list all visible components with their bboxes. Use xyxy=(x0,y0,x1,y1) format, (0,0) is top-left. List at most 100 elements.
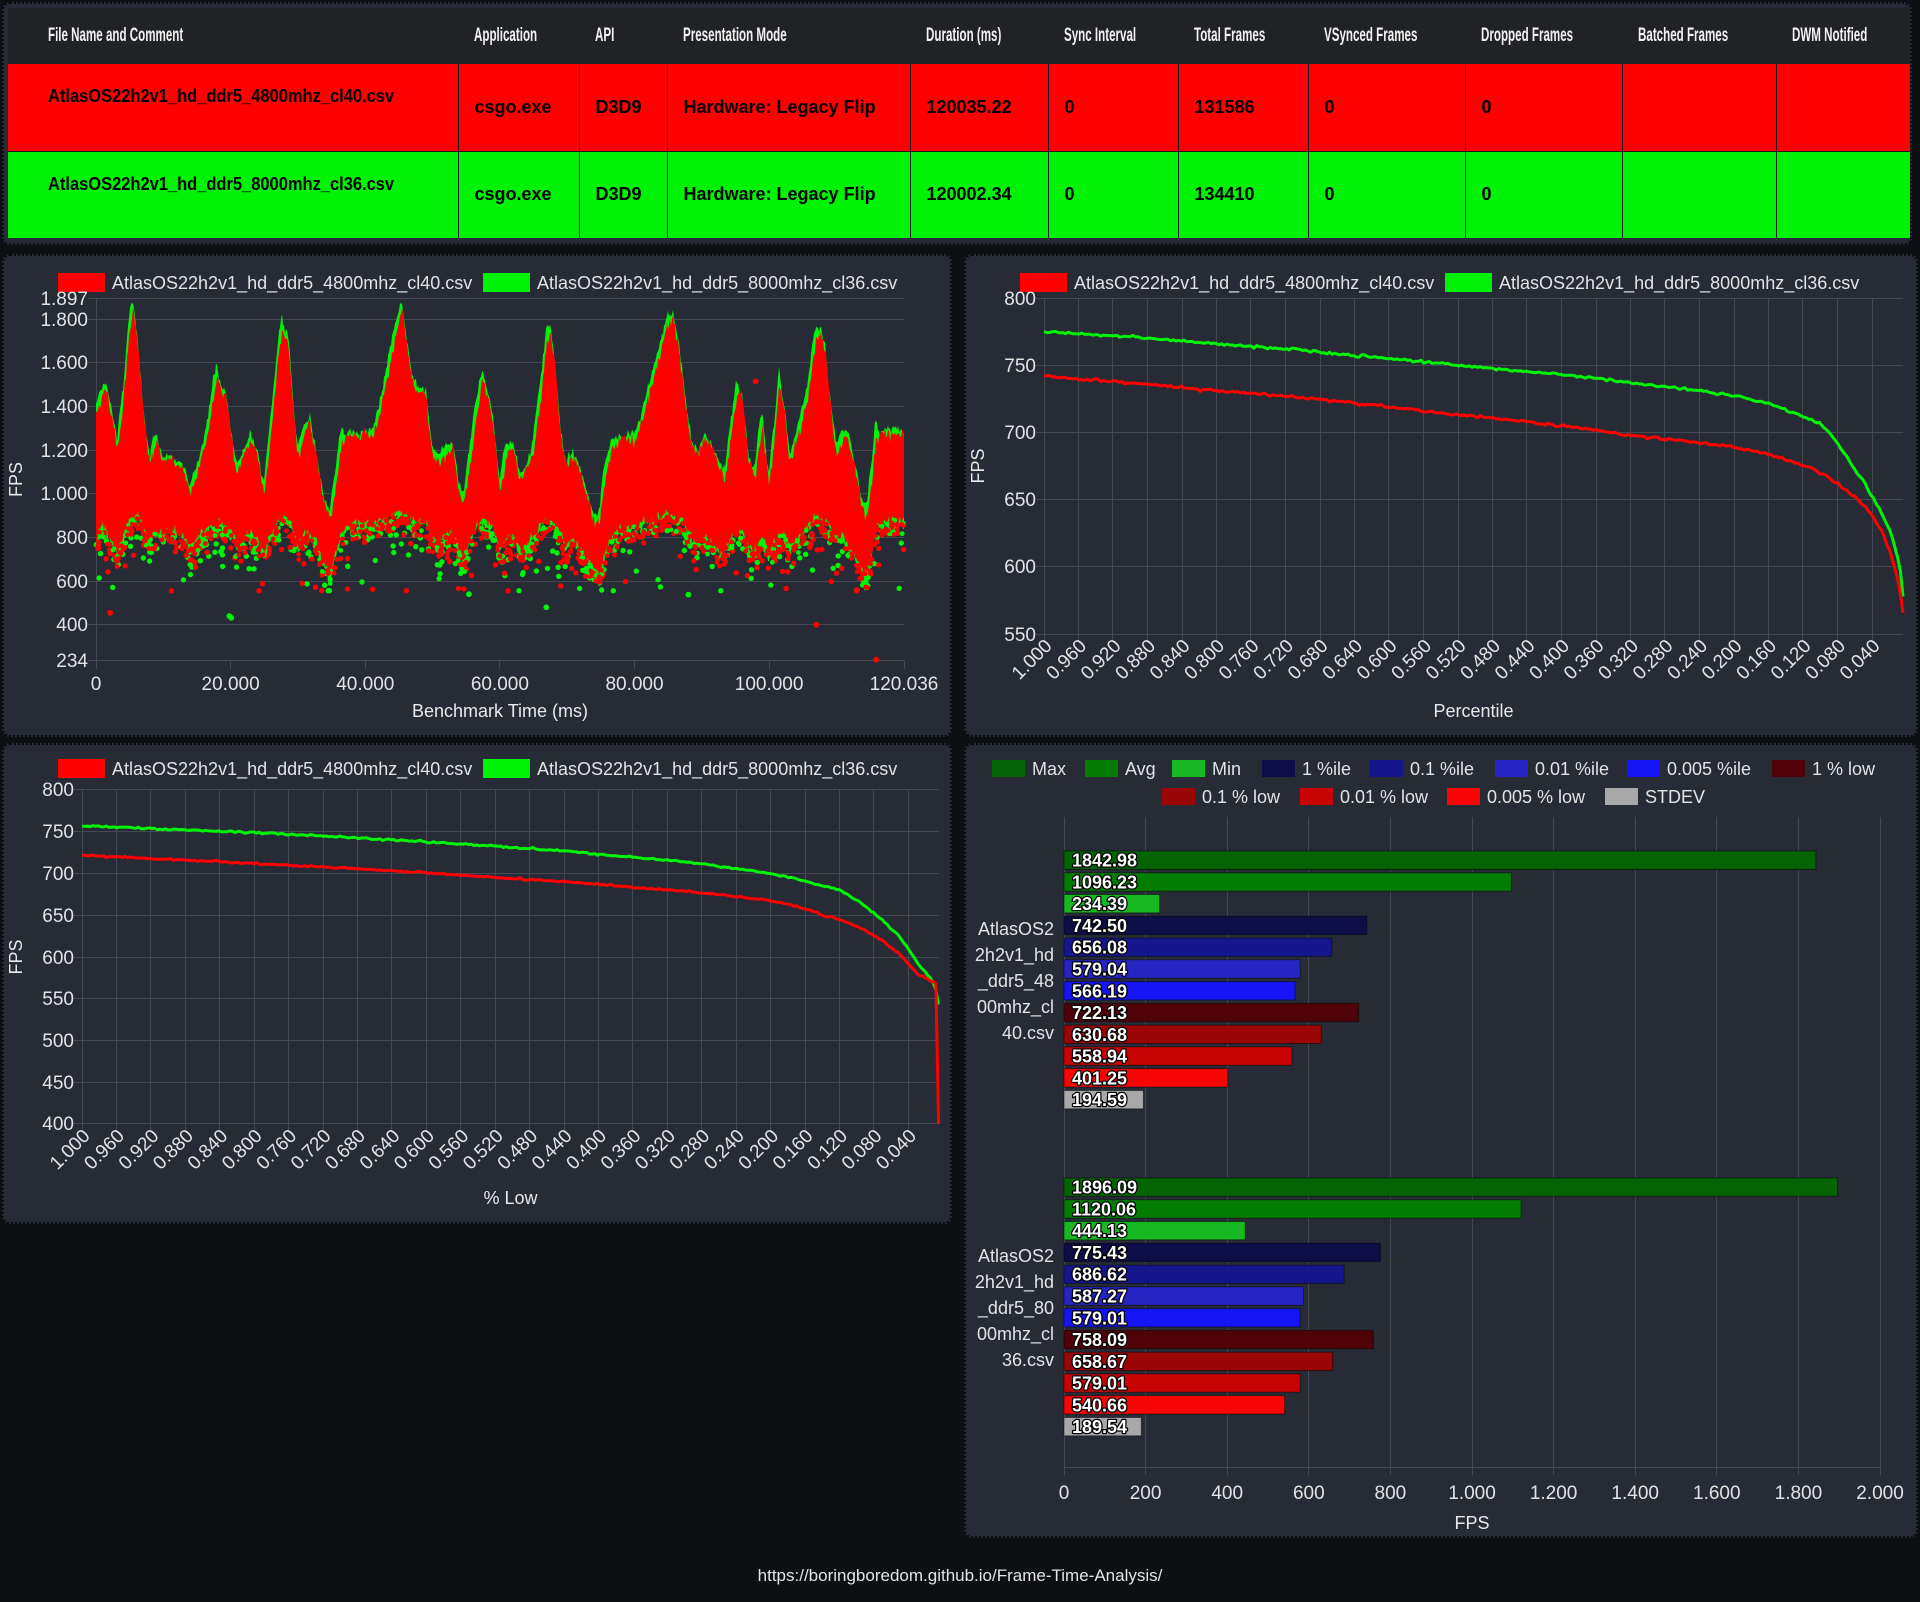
svg-text:Percentile: Percentile xyxy=(1433,701,1513,721)
svg-text:1.000: 1.000 xyxy=(40,484,88,505)
svg-text:400: 400 xyxy=(1211,1483,1243,1504)
svg-text:658.67: 658.67 xyxy=(1072,1352,1127,1372)
svg-text:758.09: 758.09 xyxy=(1072,1330,1127,1350)
svg-text:234.39: 234.39 xyxy=(1072,894,1127,914)
svg-text:540.66: 540.66 xyxy=(1072,1395,1127,1415)
svg-text:579.04: 579.04 xyxy=(1072,960,1127,980)
svg-text:579.01: 579.01 xyxy=(1072,1374,1127,1394)
svg-text:600: 600 xyxy=(1004,557,1036,578)
svg-text:600: 600 xyxy=(1293,1483,1325,1504)
svg-text:AtlasOS22h2v1_hd_ddr5_4800mhz_: AtlasOS22h2v1_hd_ddr5_4800mhz_cl40.csv xyxy=(112,759,472,780)
svg-text:1.800: 1.800 xyxy=(1775,1483,1823,1504)
svg-text:1896.09: 1896.09 xyxy=(1072,1178,1137,1198)
svg-text:1.000: 1.000 xyxy=(1448,1483,1496,1504)
svg-text:800: 800 xyxy=(1004,289,1036,310)
svg-text:STDEV: STDEV xyxy=(1645,787,1705,807)
svg-text:1120.06: 1120.06 xyxy=(1072,1199,1136,1219)
svg-text:0.1 %ile: 0.1 %ile xyxy=(1410,759,1474,779)
svg-text:775.43: 775.43 xyxy=(1072,1243,1127,1263)
svg-text:_ddr5_48: _ddr5_48 xyxy=(977,971,1054,992)
svg-text:0.040: 0.040 xyxy=(872,1126,920,1174)
svg-text:1.200: 1.200 xyxy=(40,441,88,462)
svg-text:1.400: 1.400 xyxy=(40,397,88,418)
svg-text:40.csv: 40.csv xyxy=(1002,1023,1054,1043)
svg-text:1.600: 1.600 xyxy=(40,353,88,374)
svg-text:400: 400 xyxy=(56,615,88,636)
svg-text:80.000: 80.000 xyxy=(605,674,663,695)
svg-text:566.19: 566.19 xyxy=(1072,981,1127,1001)
svg-text:00mhz_cl: 00mhz_cl xyxy=(977,1324,1054,1345)
svg-text:36.csv: 36.csv xyxy=(1002,1350,1054,1370)
svg-text:0.01 % low: 0.01 % low xyxy=(1340,787,1429,807)
svg-text:444.13: 444.13 xyxy=(1072,1221,1127,1241)
svg-text:00mhz_cl: 00mhz_cl xyxy=(977,997,1054,1018)
svg-text:Avg: Avg xyxy=(1125,759,1156,779)
svg-text:750: 750 xyxy=(42,822,74,843)
svg-text:700: 700 xyxy=(1004,423,1036,444)
svg-text:1.800: 1.800 xyxy=(40,310,88,331)
svg-text:1.400: 1.400 xyxy=(1611,1483,1659,1504)
svg-text:2.000: 2.000 xyxy=(1856,1483,1904,1504)
svg-text:1 %ile: 1 %ile xyxy=(1302,759,1351,779)
svg-text:60.000: 60.000 xyxy=(471,674,529,695)
svg-text:1.897: 1.897 xyxy=(40,289,88,310)
svg-text:0: 0 xyxy=(91,674,102,695)
svg-text:1 % low: 1 % low xyxy=(1812,759,1876,779)
svg-text:722.13: 722.13 xyxy=(1072,1003,1127,1023)
svg-text:40.000: 40.000 xyxy=(336,674,394,695)
svg-text:234: 234 xyxy=(56,651,88,672)
svg-text:0: 0 xyxy=(1059,1483,1070,1504)
svg-text:1096.23: 1096.23 xyxy=(1072,872,1137,892)
svg-text:AtlasOS22h2v1_hd_ddr5_8000mhz_: AtlasOS22h2v1_hd_ddr5_8000mhz_cl36.csv xyxy=(537,273,897,294)
svg-text:1.200: 1.200 xyxy=(1530,1483,1578,1504)
svg-text:700: 700 xyxy=(42,864,74,885)
svg-text:686.62: 686.62 xyxy=(1072,1265,1127,1285)
svg-text:1842.98: 1842.98 xyxy=(1072,851,1137,871)
svg-text:800: 800 xyxy=(42,780,74,801)
svg-text:AtlasOS22h2v1_hd_ddr5_4800mhz_: AtlasOS22h2v1_hd_ddr5_4800mhz_cl40.csv xyxy=(1074,273,1434,294)
svg-text:650: 650 xyxy=(42,906,74,927)
svg-text:656.08: 656.08 xyxy=(1072,938,1127,958)
svg-text:Benchmark Time (ms): Benchmark Time (ms) xyxy=(412,701,588,721)
svg-text:0.005 %ile: 0.005 %ile xyxy=(1667,759,1751,779)
svg-text:0.005 % low: 0.005 % low xyxy=(1487,787,1586,807)
svg-text:500: 500 xyxy=(42,1031,74,1052)
svg-text:194.59: 194.59 xyxy=(1072,1090,1127,1110)
svg-text:AtlasOS2: AtlasOS2 xyxy=(978,919,1054,939)
svg-text:Max: Max xyxy=(1032,759,1066,779)
svg-text:Min: Min xyxy=(1212,759,1241,779)
svg-text:FPS: FPS xyxy=(6,462,26,497)
svg-text:800: 800 xyxy=(1375,1483,1407,1504)
svg-text:800: 800 xyxy=(56,528,88,549)
svg-text:400: 400 xyxy=(42,1114,74,1135)
svg-text:120.036: 120.036 xyxy=(870,674,939,695)
svg-text:% Low: % Low xyxy=(483,1188,538,1208)
svg-text:AtlasOS22h2v1_hd_ddr5_8000mhz_: AtlasOS22h2v1_hd_ddr5_8000mhz_cl36.csv xyxy=(1499,273,1859,294)
svg-text:587.27: 587.27 xyxy=(1072,1287,1127,1307)
svg-text:20.000: 20.000 xyxy=(202,674,260,695)
svg-text:_ddr5_80: _ddr5_80 xyxy=(977,1298,1054,1319)
svg-text:579.01: 579.01 xyxy=(1072,1308,1127,1328)
svg-text:1.600: 1.600 xyxy=(1693,1483,1741,1504)
svg-text:600: 600 xyxy=(42,948,74,969)
svg-text:AtlasOS22h2v1_hd_ddr5_4800mhz_: AtlasOS22h2v1_hd_ddr5_4800mhz_cl40.csv xyxy=(112,273,472,294)
svg-text:FPS: FPS xyxy=(1454,1513,1489,1533)
svg-text:189.54: 189.54 xyxy=(1072,1417,1127,1437)
svg-text:550: 550 xyxy=(42,989,74,1010)
svg-text:450: 450 xyxy=(42,1073,74,1094)
svg-text:0.01 %ile: 0.01 %ile xyxy=(1535,759,1609,779)
svg-text:401.25: 401.25 xyxy=(1072,1068,1127,1088)
svg-text:0.1 % low: 0.1 % low xyxy=(1202,787,1281,807)
svg-text:0.040: 0.040 xyxy=(1836,636,1884,684)
svg-text:200: 200 xyxy=(1130,1483,1162,1504)
svg-text:750: 750 xyxy=(1004,356,1036,377)
svg-text:650: 650 xyxy=(1004,490,1036,511)
svg-text:100.000: 100.000 xyxy=(735,674,804,695)
svg-text:AtlasOS22h2v1_hd_ddr5_8000mhz_: AtlasOS22h2v1_hd_ddr5_8000mhz_cl36.csv xyxy=(537,759,897,780)
svg-text:600: 600 xyxy=(56,572,88,593)
svg-text:630.68: 630.68 xyxy=(1072,1025,1127,1045)
svg-text:FPS: FPS xyxy=(968,448,988,483)
svg-text:742.50: 742.50 xyxy=(1072,916,1127,936)
svg-text:2h2v1_hd: 2h2v1_hd xyxy=(975,945,1054,966)
svg-text:FPS: FPS xyxy=(6,939,26,974)
